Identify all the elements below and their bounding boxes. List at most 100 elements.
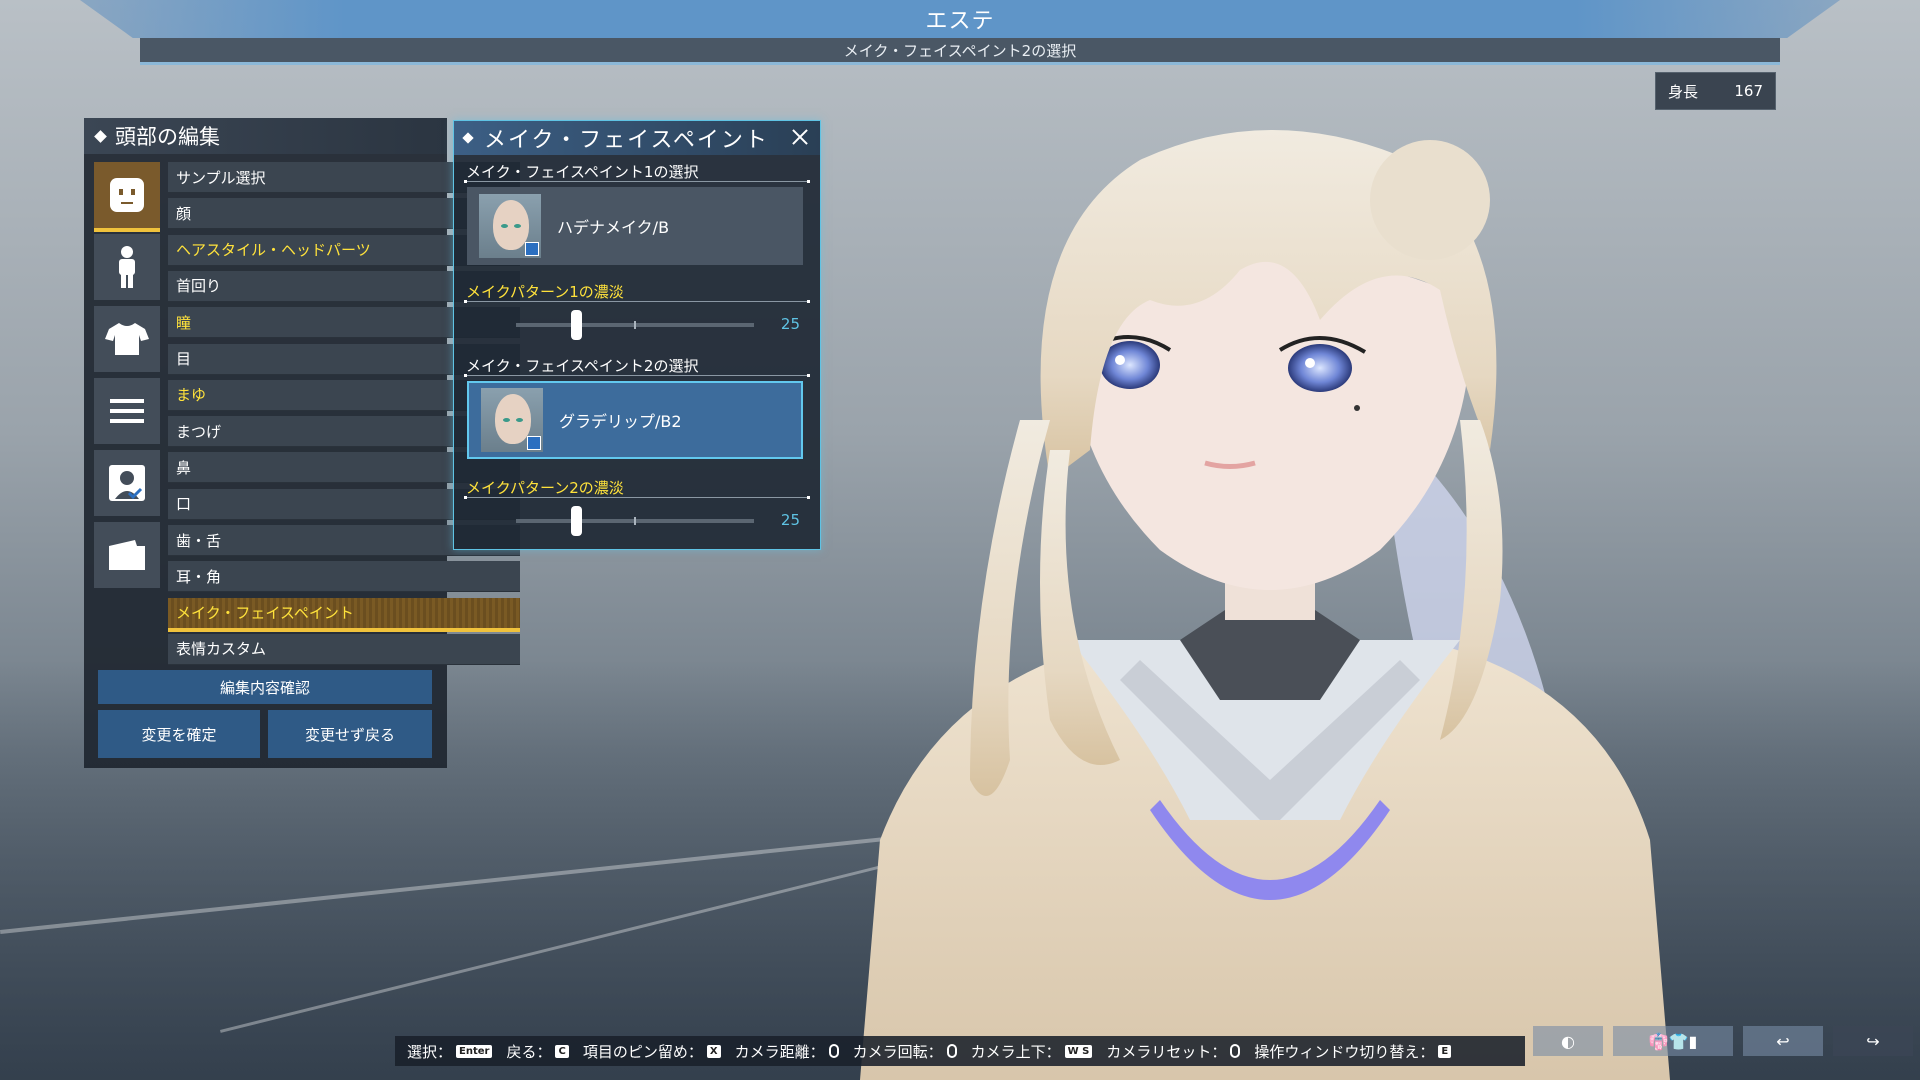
list-item-label: 耳・角 <box>176 567 222 586</box>
divider <box>464 300 810 303</box>
list-item-label: 口 <box>176 495 192 514</box>
screen-subtitle-text: メイク・フェイスペイント2の選択 <box>843 41 1077 60</box>
body-icon <box>119 246 135 288</box>
list-item-label: サンプル選択 <box>176 168 266 187</box>
category-body-button[interactable] <box>94 234 160 300</box>
pattern2-label: メイクパターン2の濃淡 <box>466 479 624 497</box>
category-menu-button[interactable] <box>94 378 160 444</box>
face-thumbnail <box>479 194 541 258</box>
list-item-label: 目 <box>176 350 192 368</box>
pattern1-value: 25 <box>780 315 800 333</box>
list-item-label: 鼻 <box>176 458 192 477</box>
discard-changes-button[interactable]: 変更せず戻る <box>268 710 432 758</box>
paint2-selector[interactable]: グラデリップ/B2 <box>467 381 803 459</box>
hint-select-label: 選択： <box>407 1042 453 1061</box>
paint1-selector[interactable]: ハデナメイク/B <box>467 187 803 265</box>
redo-button[interactable]: ↪ <box>1833 1026 1913 1056</box>
list-item-label: まゆ <box>176 386 207 405</box>
profile-icon <box>109 465 145 501</box>
outfit-toggle-button[interactable]: 👘👕▮ <box>1613 1026 1733 1056</box>
mouse-icon <box>946 1044 957 1058</box>
hint-switch: 操作ウィンドウ切り替え： E <box>1254 1041 1452 1062</box>
head-edit-panel: 頭部の編集 サンプル選択顔ヘアスタイル・ヘッドパーツ 首回り瞳目まゆまつげ鼻口歯・… <box>84 118 520 768</box>
list-item-label: メイク・フェイスペイント <box>176 604 354 623</box>
list-item-label: 顔 <box>176 204 192 223</box>
e-key-icon: E <box>1438 1044 1452 1058</box>
face-icon <box>110 178 144 212</box>
redo-icon: ↪ <box>1866 1031 1880 1051</box>
paint2-section-label: メイク・フェイスペイント2の選択 <box>466 357 699 375</box>
shirt-icon <box>105 323 149 355</box>
category-profile-button[interactable] <box>94 450 160 516</box>
slider-knob[interactable] <box>570 310 582 340</box>
slider-knob[interactable] <box>570 506 582 536</box>
head-edit-title: 頭部の編集 <box>84 118 447 154</box>
hint-switch-label: 操作ウィンドウ切り替え： <box>1254 1042 1435 1061</box>
hint-distance: カメラ距離： <box>735 1041 839 1062</box>
height-label: 身長 <box>1668 82 1699 101</box>
list-item-label: 表情カスタム <box>176 640 267 659</box>
pattern2-value: 25 <box>780 511 800 529</box>
face-thumbnail <box>481 388 543 452</box>
divider <box>464 374 810 377</box>
makeup-panel: メイク・フェイスペイント メイク・フェイスペイント1の選択 ハデナメイク/B メ… <box>453 120 821 550</box>
ws-key-icon: W S <box>1064 1044 1093 1058</box>
list-item[interactable]: 表情カスタム <box>168 633 520 665</box>
height-value: 167 <box>1734 82 1763 100</box>
hint-rotate-label: カメラ回転： <box>852 1042 943 1061</box>
list-item-label: 歯・舌 <box>176 531 222 550</box>
hint-distance-label: カメラ距離： <box>734 1042 825 1061</box>
menu-icon <box>110 399 144 423</box>
close-icon[interactable] <box>788 125 812 149</box>
list-item[interactable]: メイク・フェイスペイント <box>168 597 520 632</box>
hint-updown-label: カメラ上下： <box>970 1042 1061 1061</box>
undo-icon: ↩ <box>1776 1031 1790 1051</box>
outfit-icons: 👘👕▮ <box>1648 1031 1698 1051</box>
x-key-icon: X <box>706 1044 721 1058</box>
hint-back-label: 戻る： <box>506 1042 552 1061</box>
hint-back: 戻る： C <box>506 1041 569 1062</box>
divider <box>464 496 810 499</box>
hint-updown: カメラ上下： W S <box>971 1041 1093 1062</box>
list-item-label: 瞳 <box>176 313 192 332</box>
hint-reset: カメラリセット： <box>1106 1041 1241 1062</box>
category-folder-button[interactable] <box>94 522 160 588</box>
pattern2-slider[interactable] <box>516 506 754 536</box>
lighting-button[interactable]: ◐ <box>1533 1026 1603 1056</box>
hint-rotate: カメラ回転： <box>853 1041 957 1062</box>
hint-pin-label: 項目のピン留め： <box>582 1042 703 1061</box>
hint-select: 選択： Enter <box>407 1041 493 1062</box>
makeup-panel-title: メイク・フェイスペイント <box>454 121 820 155</box>
c-key-icon: C <box>555 1044 569 1058</box>
list-item-label: ヘアスタイル・ヘッドパーツ <box>176 241 371 260</box>
light-icon: ◐ <box>1561 1031 1575 1051</box>
divider <box>464 180 810 183</box>
category-outfit-button[interactable] <box>94 306 160 372</box>
enter-key-icon: Enter <box>456 1044 493 1058</box>
mouse-icon <box>1230 1044 1241 1058</box>
confirm-changes-button[interactable]: 変更を確定 <box>98 710 260 758</box>
category-face-button[interactable] <box>94 162 160 232</box>
makeup-panel-title-text: メイク・フェイスペイント <box>484 128 769 153</box>
confirm-changes-label: 変更を確定 <box>141 725 217 744</box>
pattern1-slider[interactable] <box>516 310 754 340</box>
folder-icon <box>109 540 145 570</box>
list-item[interactable]: 耳・角 <box>168 561 520 593</box>
screen-title: エステ <box>80 0 1840 38</box>
paint2-name: グラデリップ/B2 <box>559 412 682 431</box>
paint1-section-label: メイク・フェイスペイント1の選択 <box>466 163 699 181</box>
paint1-name: ハデナメイク/B <box>557 218 670 237</box>
undo-button[interactable]: ↩ <box>1743 1026 1823 1056</box>
review-edits-label: 編集内容確認 <box>219 678 310 697</box>
character-preview[interactable] <box>820 120 1760 1080</box>
list-item-label: 首回り <box>176 277 222 296</box>
head-edit-title-text: 頭部の編集 <box>115 125 220 149</box>
hint-reset-label: カメラリセット： <box>1106 1042 1227 1061</box>
mouse-wheel-icon <box>828 1044 839 1058</box>
discard-changes-label: 変更せず戻る <box>304 725 395 744</box>
review-edits-button[interactable]: 編集内容確認 <box>98 670 432 704</box>
hint-pin: 項目のピン留め： X <box>583 1041 721 1062</box>
screen-title-text: エステ <box>925 9 995 34</box>
list-item-label: まつげ <box>176 422 222 441</box>
pattern1-label: メイクパターン1の濃淡 <box>466 283 624 301</box>
